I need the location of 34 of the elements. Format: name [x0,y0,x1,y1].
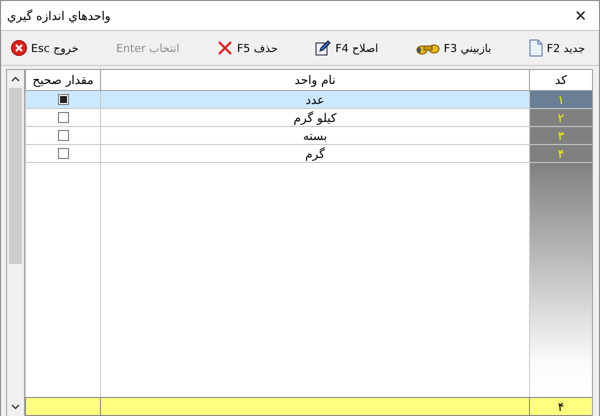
table-cell: عدد [100,91,529,108]
checkbox[interactable] [58,94,68,105]
toolbar-button[interactable]: خروج Esc [7,37,83,59]
window-title: واحدهاي اندازه گيري [7,8,111,22]
code-cell: ۲ [529,109,592,126]
table-row[interactable]: ۲ کيلو گرم [25,109,592,127]
table-row[interactable]: ۴ گرم [25,145,592,163]
column-header[interactable]: مقدار صحيح [25,70,100,90]
toolbar-button[interactable]: حذف F5 [212,37,282,59]
table-row[interactable]: ۳ بسته [25,127,592,145]
column-header[interactable]: کد [529,70,592,90]
close-button[interactable]: ✕ [570,6,591,24]
row-count: ۴ [529,398,592,415]
table-cell: بسته [100,127,529,144]
scroll-up-icon[interactable] [11,76,20,82]
checkbox[interactable] [58,130,68,141]
toolbar-button[interactable]: اصلاح F4 [311,37,382,59]
checkbox[interactable] [58,112,68,123]
checkbox[interactable] [58,148,68,159]
table-cell: گرم [100,145,529,162]
code-cell: ۴ [529,145,592,162]
column-header[interactable]: نام واحد [100,70,529,90]
table-row[interactable]: ۱ عدد [25,91,592,109]
scroll-down-icon[interactable] [11,404,20,410]
code-cell: ۳ [529,127,592,144]
scrollbar-thumb[interactable] [9,88,22,264]
delete-x-icon [216,40,233,56]
code-cell: ۱ [529,91,592,108]
toolbar-button[interactable]: جديد F2 [524,36,589,60]
table-cell: کيلو گرم [100,109,529,126]
toolbar-button[interactable]: بازبيني F3 [412,37,496,59]
edit-pencil-icon [315,40,332,56]
close-circle-icon [11,40,28,56]
document-icon [528,39,543,57]
